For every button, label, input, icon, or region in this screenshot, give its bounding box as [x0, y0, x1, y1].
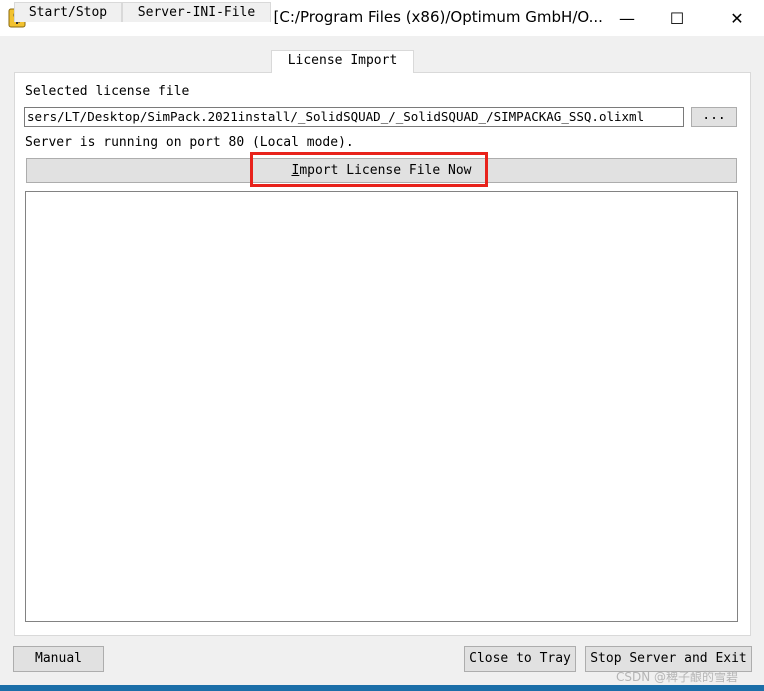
watermark: CSDN @稗子酿的雪碧	[616, 670, 739, 684]
tab-start-stop[interactable]: Start/Stop	[14, 2, 122, 22]
taskbar-strip	[0, 685, 764, 691]
license-file-path-input[interactable]: sers/LT/Desktop/SimPack.2021install/_Sol…	[24, 107, 684, 127]
close-to-tray-button[interactable]: Close to Tray	[464, 646, 576, 672]
manual-button[interactable]: Manual	[13, 646, 104, 672]
license-file-path-value: sers/LT/Desktop/SimPack.2021install/_Sol…	[27, 109, 645, 124]
selected-license-label: Selected license file	[25, 84, 190, 99]
tab-server-ini-file[interactable]: Server-INI-File	[122, 2, 271, 22]
minimize-button[interactable]: —	[604, 0, 650, 36]
import-label: mport License File Now	[299, 163, 472, 178]
close-window-button[interactable]: ✕	[714, 0, 760, 36]
browse-button[interactable]: ...	[691, 107, 737, 127]
tab-license-import[interactable]: License Import	[271, 50, 414, 73]
maximize-button[interactable]: ☐	[654, 0, 700, 36]
import-license-button[interactable]: Import License File Now	[26, 158, 737, 183]
server-status-text: Server is running on port 80 (Local mode…	[25, 135, 354, 150]
import-log-area[interactable]	[25, 191, 738, 622]
